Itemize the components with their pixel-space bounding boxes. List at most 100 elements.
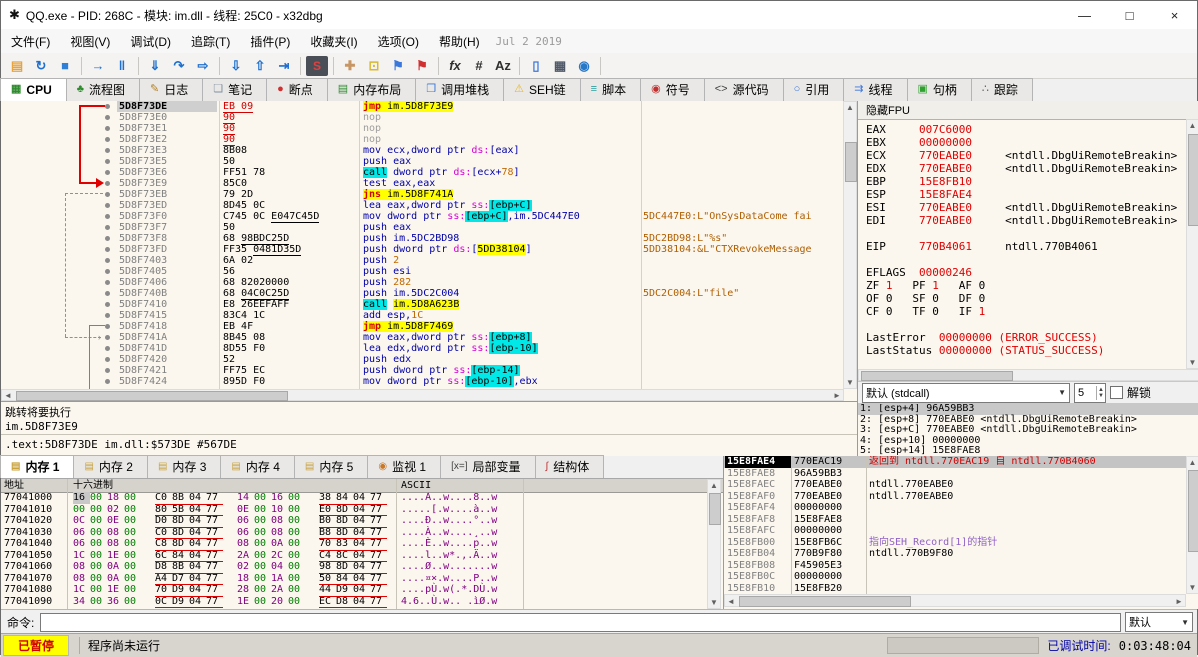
dump-byte[interactable]: 00 xyxy=(90,504,107,516)
dump-row[interactable]: 770410501C001E006C8404772A002C00C48C0477… xyxy=(1,550,704,562)
dump-byte[interactable]: 2A xyxy=(237,550,254,562)
register-line[interactable]: ESI 770EABE0 <ntdll.DbgUiRemoteBreakin> xyxy=(866,201,1186,214)
dump-byte[interactable]: 77 xyxy=(370,584,387,596)
dump-byte[interactable]: E0 xyxy=(319,504,336,516)
dump-row[interactable]: 7704104006000800C88D047708000A0070830477… xyxy=(1,538,704,550)
dump-byte[interactable]: 0C xyxy=(155,596,172,608)
register-line[interactable]: CF 0 TF 0 IF 1 xyxy=(866,305,1186,318)
dump-row[interactable]: 7704106008000A00D88B047702000400988D0477… xyxy=(1,561,704,573)
dump-byte[interactable]: 00 xyxy=(288,573,305,585)
tab-引用[interactable]: ○引用 xyxy=(783,78,845,101)
dump-byte[interactable]: 1E xyxy=(107,550,124,562)
dump-byte[interactable]: 00 xyxy=(124,550,141,562)
disasm-row[interactable]: 5D8F741583C4 1Cadd esp,1C xyxy=(1,310,844,321)
dump-byte[interactable]: 00 xyxy=(254,538,271,550)
dump-byte[interactable]: 04 xyxy=(353,561,370,573)
dump-byte[interactable]: 08 xyxy=(107,527,124,539)
dump-byte[interactable]: 00 xyxy=(90,573,107,585)
dump-row[interactable]: 7704100016001800C08B04771400160038840477… xyxy=(1,492,704,504)
dump-byte[interactable]: 77 xyxy=(370,504,387,516)
dump-byte[interactable]: 2C xyxy=(271,550,288,562)
dump-byte[interactable]: 00 xyxy=(90,596,107,608)
dump-byte[interactable]: 8D xyxy=(336,561,353,573)
scroll-up-icon[interactable]: ▲ xyxy=(1187,120,1198,131)
scroll-down-icon[interactable]: ▼ xyxy=(1187,582,1198,593)
tab-笔记[interactable]: ❏笔记 xyxy=(202,78,267,101)
register-line[interactable]: EDX 770EABE0 <ntdll.DbgUiRemoteBreakin> xyxy=(866,162,1186,175)
scroll-thumb[interactable] xyxy=(861,371,1013,381)
dump-byte[interactable]: 70 xyxy=(155,584,172,596)
tab-句柄[interactable]: ▣句柄 xyxy=(907,78,972,101)
register-line[interactable]: EFLAGS 00000246 xyxy=(866,266,1186,279)
disasm-row[interactable]: 5D8F73E550push eax xyxy=(1,156,844,167)
scroll-left-icon[interactable]: ◄ xyxy=(2,390,14,401)
dump-byte[interactable]: 08 xyxy=(107,538,124,550)
dump-byte[interactable]: 04 xyxy=(189,538,206,550)
dump-byte[interactable]: 02 xyxy=(237,561,254,573)
disasm-row[interactable]: 5D8F74036A 02push 2 xyxy=(1,255,844,266)
dump-byte[interactable]: C0 xyxy=(155,492,172,504)
dump-byte[interactable]: 04 xyxy=(353,584,370,596)
dump-byte[interactable]: 00 xyxy=(124,504,141,516)
dump-byte[interactable]: 0E xyxy=(107,515,124,527)
tab-符号[interactable]: ◉符号 xyxy=(640,78,705,101)
register-line[interactable]: LastStatus 00000000 (STATUS_SUCCESS) xyxy=(866,344,1186,357)
dump-byte[interactable]: 00 xyxy=(124,527,141,539)
step-up-button[interactable]: ⇧ xyxy=(249,55,271,77)
dump-byte[interactable]: 77 xyxy=(206,584,223,596)
dump-byte[interactable]: 80 xyxy=(155,504,172,516)
menu-item-h[interactable]: 帮助(H) xyxy=(429,33,490,50)
disasm-row[interactable]: 5D8F7418EB 4Fjmp im.5D8F7469 xyxy=(1,321,844,332)
dump-byte[interactable]: 50 xyxy=(319,573,336,585)
dump-tab-内存4[interactable]: ▤内存 4 xyxy=(220,455,294,478)
dump-tab-内存5[interactable]: ▤内存 5 xyxy=(294,455,368,478)
register-line[interactable]: ZF 1 PF 1 AF 0 xyxy=(866,279,1186,292)
dump-byte[interactable]: 6C xyxy=(155,550,172,562)
dump-byte[interactable]: 08 xyxy=(73,561,90,573)
tab-seh链[interactable]: ⚠SEH链 xyxy=(503,78,581,101)
dump-byte[interactable]: 20 xyxy=(271,596,288,608)
scroll-thumb[interactable] xyxy=(739,596,911,607)
dump-byte[interactable]: 84 xyxy=(336,573,353,585)
column-separator[interactable] xyxy=(359,101,360,389)
disasm-row[interactable]: 5D8F73ED8D45 0Clea eax,dword ptr ss:[ebp… xyxy=(1,200,844,211)
stack-row[interactable]: 15E8FAEC770EABE0ntdll.770EABE0 xyxy=(724,479,1186,491)
command-profile-select[interactable]: 默认 ▼ xyxy=(1125,612,1193,632)
stack-hscrollbar[interactable]: ◄ ► xyxy=(724,594,1186,607)
dump-byte[interactable]: 8B xyxy=(172,492,189,504)
dump-byte[interactable]: 77 xyxy=(206,573,223,585)
menu-item-i[interactable]: 收藏夹(I) xyxy=(300,33,367,50)
dump-byte[interactable]: 04 xyxy=(353,527,370,539)
dump-byte[interactable]: 00 xyxy=(90,527,107,539)
dump-byte[interactable]: 00 xyxy=(254,492,271,504)
tab-内存布局[interactable]: ▤内存布局 xyxy=(327,78,416,101)
register-line[interactable] xyxy=(866,253,1186,266)
dump-byte[interactable]: 8D xyxy=(172,515,189,527)
stack-row[interactable]: 15E8FAE4770EAC19返回到 ntdll.770EAC19 自 ntd… xyxy=(724,456,1186,468)
dump-byte[interactable]: 00 xyxy=(90,550,107,562)
dump-byte[interactable]: 04 xyxy=(353,538,370,550)
dump-byte[interactable]: 00 xyxy=(124,538,141,550)
disasm-row[interactable]: 5D8F73F868 98BDC25Dpush im.5DC2BD985DC2B… xyxy=(1,233,844,244)
stop-button[interactable]: ■ xyxy=(54,55,76,77)
dump-byte[interactable]: 02 xyxy=(107,504,124,516)
dump-byte[interactable]: 04 xyxy=(189,596,206,608)
disasm-row[interactable]: 5D8F73F750push eax xyxy=(1,222,844,233)
dump-byte[interactable]: 06 xyxy=(73,527,90,539)
dump-byte[interactable]: 77 xyxy=(206,596,223,608)
menu-item-d[interactable]: 调试(D) xyxy=(120,33,181,50)
dump-byte[interactable]: 77 xyxy=(370,596,387,608)
tab-断点[interactable]: ●断点 xyxy=(266,78,328,101)
dump-byte[interactable]: 84 xyxy=(172,550,189,562)
dump-byte[interactable]: 8D xyxy=(172,527,189,539)
dump-byte[interactable]: 77 xyxy=(206,492,223,504)
scroll-thumb[interactable] xyxy=(1188,470,1198,552)
dump-byte[interactable]: 00 xyxy=(288,538,305,550)
strings-button[interactable]: Az xyxy=(492,55,514,77)
disasm-row[interactable]: 5D8F742052push edx xyxy=(1,354,844,365)
dump-byte[interactable]: 00 xyxy=(90,561,107,573)
dump-byte[interactable]: 8D xyxy=(336,515,353,527)
register-line[interactable]: EDI 770EABE0 <ntdll.DbgUiRemoteBreakin> xyxy=(866,214,1186,227)
dump-byte[interactable]: A4 xyxy=(155,573,172,585)
menu-item-p[interactable]: 插件(P) xyxy=(240,33,300,50)
